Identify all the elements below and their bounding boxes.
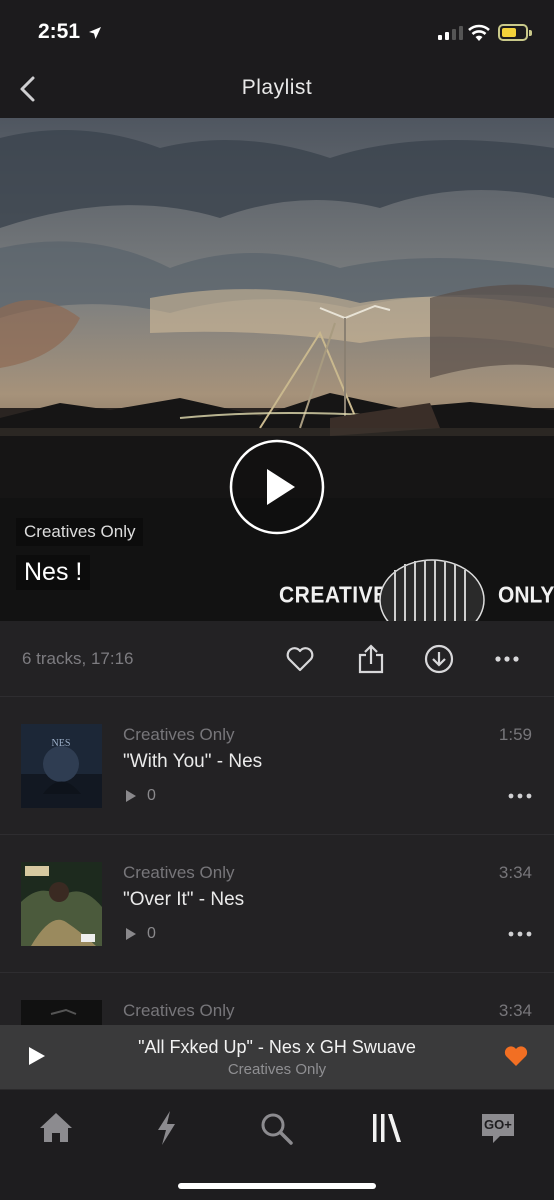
playlist-name: Nes ! (16, 555, 91, 590)
play-count-icon (126, 790, 136, 802)
location-icon (89, 27, 101, 39)
brand-brain-logo (379, 559, 485, 621)
track-duration: 3:34 (498, 863, 532, 882)
signal-icon (438, 26, 463, 40)
playlist-creator[interactable]: Creatives Only (16, 518, 144, 546)
download-button[interactable] (423, 643, 455, 675)
track-more-button[interactable] (508, 929, 532, 939)
status-bar: 2:51 (0, 0, 554, 64)
search-icon[interactable] (256, 1108, 296, 1148)
svg-text:NES: NES (52, 738, 71, 749)
tab-bar: GO+ (0, 1089, 554, 1200)
track-artist: Creatives Only (123, 863, 235, 882)
track-artist: Creatives Only (123, 725, 235, 744)
track-artist: Creatives Only (123, 1001, 235, 1020)
play-count-value: 0 (147, 787, 156, 804)
status-time: 2:51 (38, 20, 81, 43)
track-title: "Over It" - Nes (123, 889, 245, 910)
like-button[interactable] (284, 643, 316, 675)
track-play-count: 0 (125, 925, 156, 943)
battery-icon (498, 24, 532, 41)
track-duration: 1:59 (498, 725, 532, 744)
home-indicator (178, 1183, 376, 1189)
track-play-count: 0 (125, 787, 156, 805)
playlist-name-label: Nes ! (24, 558, 83, 586)
track-row[interactable]: Creatives Only "Over It" - Nes 3:34 0 (0, 835, 554, 973)
share-button[interactable] (355, 643, 387, 675)
track-more-button[interactable] (508, 791, 532, 801)
page-title: Playlist (241, 76, 313, 99)
track-title: "With You" - Nes (123, 751, 263, 772)
nav-bar: Playlist (0, 64, 554, 118)
now-playing-title: "All Fxked Up" - Nes x GH Swuave (138, 1037, 416, 1057)
mini-player[interactable]: "All Fxked Up" - Nes x GH Swuave Creativ… (0, 1025, 554, 1089)
track-artwork: NES (21, 724, 102, 808)
playlist-meta-row: 6 tracks, 17:16 (0, 621, 554, 697)
heart-icon[interactable] (504, 1045, 528, 1067)
track-duration: 3:34 (498, 1001, 532, 1020)
more-options-button[interactable] (491, 643, 523, 675)
playlist-creator-label: Creatives Only (24, 522, 136, 541)
library-icon[interactable] (366, 1108, 406, 1148)
play-count-icon (126, 928, 136, 940)
track-row[interactable]: NES Creatives Only "With You" - Nes 1:59… (0, 697, 554, 835)
go-plus-icon[interactable]: GO+ (478, 1108, 518, 1148)
track-artwork (21, 862, 102, 946)
home-icon[interactable] (36, 1108, 76, 1148)
go-plus-label: GO+ (484, 1117, 512, 1132)
wifi-icon (468, 24, 490, 41)
play-playlist-button[interactable] (229, 439, 325, 535)
play-count-value: 0 (147, 925, 156, 942)
brand-text-right: ONLY (498, 582, 554, 609)
now-playing-artist: Creatives Only (227, 1061, 327, 1078)
stream-icon[interactable] (146, 1108, 186, 1148)
track-summary: 6 tracks, 17:16 (22, 649, 134, 668)
